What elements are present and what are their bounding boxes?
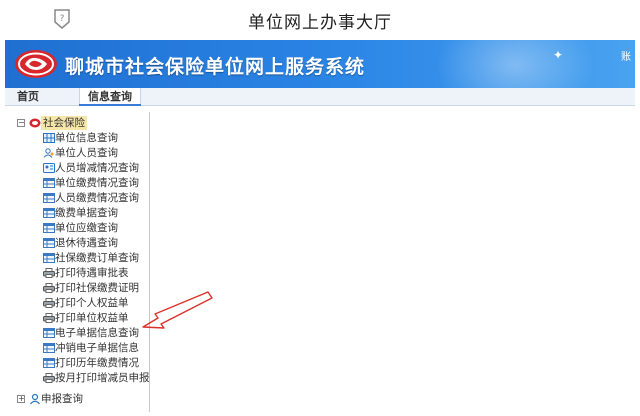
tree-item-label: 按月打印增减员申报 — [55, 372, 150, 384]
tree-item-label: 人员增减情况查询 — [55, 162, 139, 174]
tree-root-label: 社会保险 — [41, 116, 87, 130]
collapse-icon[interactable]: − — [17, 119, 25, 127]
tree-item-label: 电子单据信息查询 — [55, 327, 139, 339]
table-icon — [43, 328, 55, 338]
tree-item-label: 打印单位权益单 — [55, 312, 129, 324]
banner-account-label[interactable]: 账 — [621, 48, 631, 63]
tree-item-label: 缴费单据查询 — [55, 207, 118, 219]
table-icon — [43, 358, 55, 368]
table-icon — [43, 178, 55, 188]
tree-item-label: 社保缴费订单查询 — [55, 252, 139, 264]
grid-icon — [43, 133, 55, 143]
caption-bar: ? 单位网上办事大厅 — [0, 0, 640, 40]
sidebar-tree: − 社会保险 单位信息查询 单位人员查询人员增减情况查询 单位缴费情况查询 人员缴费情… — [5, 112, 150, 412]
tree-root-label: 申报查询 — [41, 393, 83, 405]
main-content-area — [152, 112, 635, 412]
tab-home[interactable]: 首页 — [17, 88, 47, 106]
table-icon — [43, 253, 55, 263]
table-icon — [43, 193, 55, 203]
tree-item-label: 打印社保缴费证明 — [55, 282, 139, 294]
table-icon — [43, 208, 55, 218]
table-icon — [43, 343, 55, 353]
printer-icon — [43, 268, 55, 278]
people-icon — [43, 148, 55, 158]
tree-item-label: 单位应缴查询 — [55, 222, 118, 234]
header-banner: 聊城市社会保险单位网上服务系统 ✦ 账 — [5, 40, 635, 88]
tab-bar: 首页 信息查询 — [5, 88, 635, 106]
table-icon — [43, 223, 55, 233]
table-icon — [43, 238, 55, 248]
active-tab-indicator — [79, 104, 141, 106]
system-title: 聊城市社会保险单位网上服务系统 — [65, 56, 366, 78]
tree-item-label: 打印个人权益单 — [55, 297, 129, 309]
tree-item-label: 单位人员查询 — [55, 147, 118, 159]
expand-icon[interactable]: + — [17, 395, 25, 403]
banner-glow — [435, 40, 595, 88]
tree-item-label: 单位信息查询 — [55, 132, 118, 144]
tree-item-label: 人员缴费情况查询 — [55, 192, 139, 204]
annotation-arrow-icon — [142, 291, 213, 329]
tree-item-label: 单位缴费情况查询 — [55, 177, 139, 189]
card-icon — [43, 163, 55, 173]
printer-icon — [43, 283, 55, 293]
tree-item-label: 打印历年缴费情况 — [55, 357, 139, 369]
sparkle-icon: ✦ — [553, 48, 564, 62]
tree-item-label: 打印待遇审批表 — [55, 267, 129, 279]
printer-icon — [43, 313, 55, 323]
tree-item-label: 冲销电子单据信息 — [55, 342, 139, 354]
social-insurance-logo-icon — [29, 118, 41, 128]
page-title: 单位网上办事大厅 — [248, 13, 392, 33]
people-icon — [30, 393, 40, 405]
printer-icon — [43, 373, 55, 383]
social-security-logo-icon — [15, 50, 57, 78]
printer-icon — [43, 298, 55, 308]
tree-item-label: 退休待遇查询 — [55, 237, 118, 249]
